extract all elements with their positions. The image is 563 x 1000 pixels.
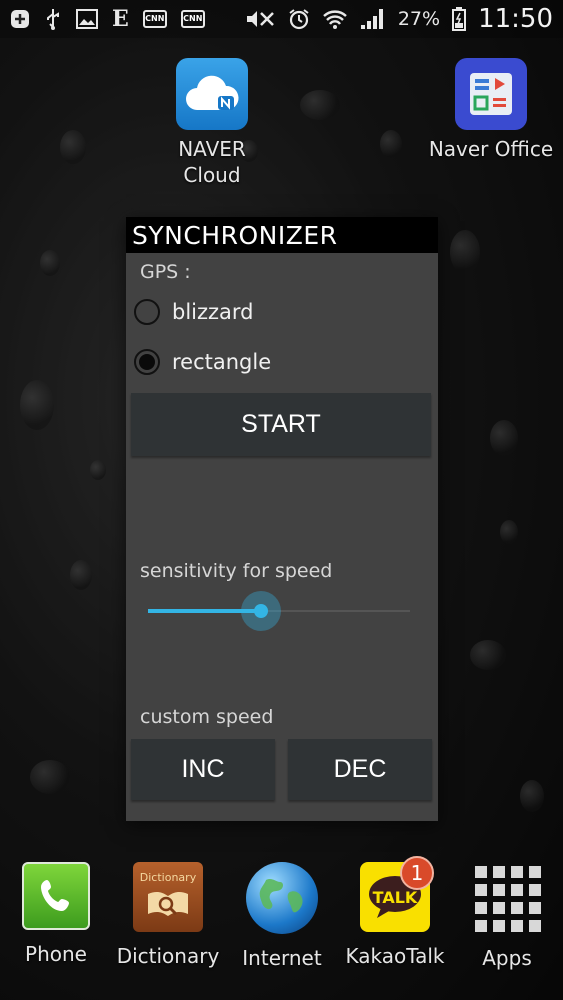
apps-grid-icon bbox=[471, 862, 543, 934]
radio-button[interactable] bbox=[134, 299, 160, 325]
start-button[interactable]: START bbox=[131, 393, 431, 456]
dock-label: Phone bbox=[25, 942, 87, 966]
cnn-icon: CNN bbox=[180, 10, 205, 28]
usb-icon bbox=[44, 8, 62, 30]
dock-app-dictionary[interactable]: Dictionary Dictionary bbox=[113, 862, 223, 968]
gps-label: GPS : bbox=[140, 261, 191, 283]
radio-button-selected[interactable] bbox=[134, 349, 160, 375]
radio-label: rectangle bbox=[172, 350, 272, 374]
wifi-icon bbox=[322, 8, 348, 30]
mute-icon bbox=[244, 9, 276, 29]
add-icon bbox=[10, 9, 30, 29]
dictionary-icon: Dictionary bbox=[133, 862, 203, 932]
phone-icon bbox=[22, 862, 90, 930]
app-label: Naver Office bbox=[428, 137, 554, 161]
dock-label: Internet bbox=[242, 946, 322, 970]
app-naver-cloud[interactable]: NAVER Cloud bbox=[166, 58, 258, 188]
dock-label: KakaoTalk bbox=[345, 944, 445, 968]
radio-option-rectangle[interactable]: rectangle bbox=[126, 337, 438, 387]
radio-label: blizzard bbox=[172, 300, 254, 324]
inc-button[interactable]: INC bbox=[131, 739, 275, 800]
kakaotalk-icon-text: TALK bbox=[372, 887, 418, 907]
sensitivity-label: sensitivity for speed bbox=[140, 560, 333, 582]
dock-app-phone[interactable]: Phone bbox=[1, 862, 111, 966]
dialog-title: SYNCHRONIZER bbox=[126, 217, 438, 253]
cnn-icon: CNN bbox=[142, 10, 167, 28]
battery-icon bbox=[452, 7, 467, 31]
signal-icon bbox=[360, 8, 386, 30]
dock-label: Apps bbox=[482, 946, 532, 970]
status-bar: E CNN CNN 27% 11:50 bbox=[0, 0, 563, 38]
notification-badge: 1 bbox=[400, 856, 434, 890]
gallery-icon bbox=[76, 9, 98, 29]
alarm-icon bbox=[288, 8, 310, 30]
dock-app-internet[interactable]: Internet bbox=[227, 862, 337, 970]
dock-label: Dictionary bbox=[116, 944, 220, 968]
clock: 11:50 bbox=[478, 4, 553, 34]
slider-thumb[interactable] bbox=[254, 604, 268, 618]
naver-cloud-icon bbox=[176, 58, 248, 130]
dock-app-kakaotalk[interactable]: TALK 1 KakaoTalk bbox=[340, 856, 450, 968]
naver-office-icon bbox=[455, 58, 527, 130]
app-label: NAVER Cloud bbox=[178, 137, 246, 187]
app-naver-office[interactable]: Naver Office bbox=[425, 58, 557, 162]
sensitivity-slider[interactable] bbox=[148, 591, 410, 631]
globe-icon bbox=[246, 862, 318, 934]
synchronizer-dialog: SYNCHRONIZER GPS : blizzard rectangle ST… bbox=[126, 217, 438, 821]
radio-dot bbox=[139, 354, 155, 370]
dictionary-icon-text: Dictionary bbox=[139, 870, 197, 884]
radio-option-blizzard[interactable]: blizzard bbox=[126, 287, 438, 337]
battery-percent: 27% bbox=[397, 8, 441, 30]
dock-app-apps[interactable]: Apps bbox=[452, 862, 562, 970]
dec-button[interactable]: DEC bbox=[288, 739, 432, 800]
e-icon: E bbox=[112, 6, 129, 32]
custom-speed-label: custom speed bbox=[140, 706, 274, 728]
